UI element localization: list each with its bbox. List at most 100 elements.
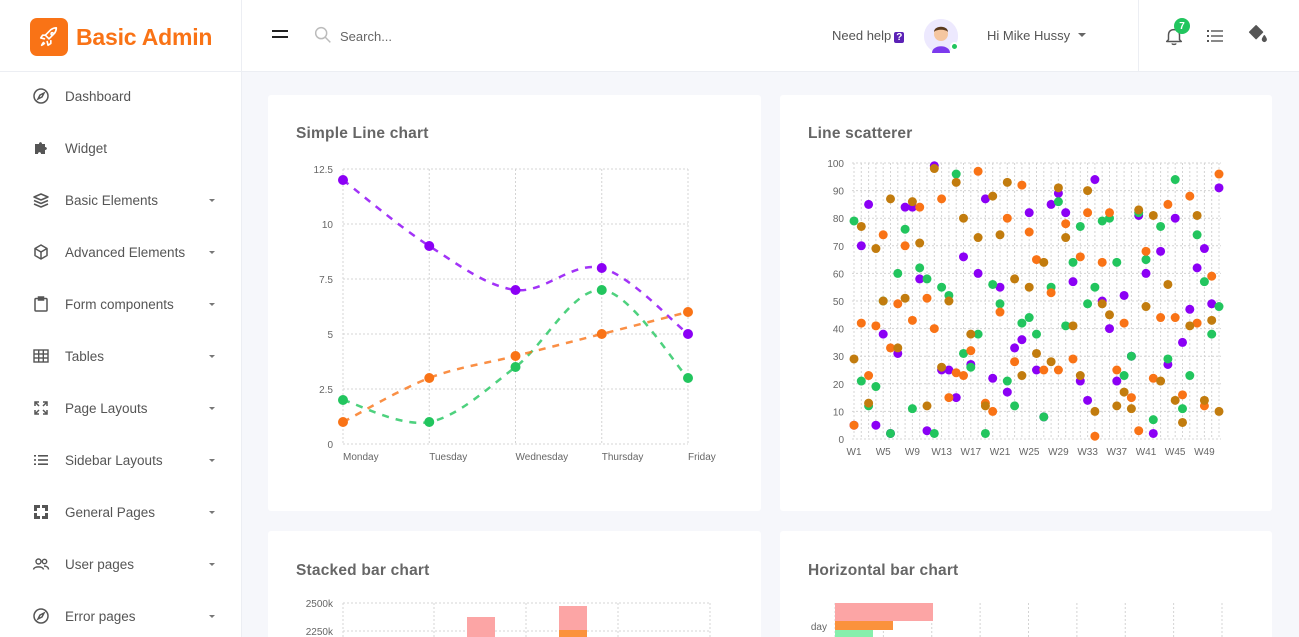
data-point [1119, 371, 1129, 381]
stacked-bar-chart: 2500k 2250k [306, 599, 711, 637]
data-point [871, 382, 881, 392]
brand[interactable]: Basic Admin [0, 0, 242, 72]
sidebar-item-error-pages[interactable]: Error pages [0, 596, 242, 636]
data-point [915, 263, 925, 273]
data-point [864, 371, 874, 381]
data-point [988, 373, 998, 383]
y-tick-label: 0 [327, 440, 333, 451]
data-point [1134, 205, 1144, 215]
data-point [1163, 199, 1173, 209]
data-point [1214, 183, 1224, 193]
data-point [1126, 404, 1136, 414]
horizontal-bar-card: Horizontal bar chart day [780, 531, 1272, 637]
user-greeting[interactable]: Hi Mike Hussy [987, 28, 1070, 43]
paint-bucket-icon[interactable] [1246, 23, 1268, 45]
data-point [683, 373, 693, 383]
y-tick-label: 2500k [306, 599, 334, 610]
x-tick-label: W9 [905, 447, 920, 458]
avatar[interactable] [924, 19, 959, 53]
x-tick-label: W25 [1019, 447, 1040, 458]
horizontal-bar-chart: day [811, 603, 1223, 637]
data-point [871, 321, 881, 331]
data-point [944, 393, 954, 403]
data-point [1090, 175, 1100, 185]
menu-toggle-icon[interactable] [272, 30, 288, 42]
data-point [510, 362, 521, 372]
data-point [922, 401, 932, 411]
sidebar-item-user-pages[interactable]: User pages [0, 544, 242, 584]
data-point [1105, 310, 1114, 320]
sidebar-item-label: Sidebar Layouts [65, 452, 163, 468]
chevron-down-icon [209, 614, 215, 618]
y-tick-label: 90 [833, 187, 845, 198]
data-point [849, 420, 859, 430]
sidebar-item-page-layouts[interactable]: Page Layouts [0, 388, 242, 428]
sidebar-item-form-components[interactable]: Form components [0, 284, 242, 324]
data-point [1199, 244, 1209, 254]
chevron-down-icon [209, 406, 215, 410]
data-point [893, 299, 903, 309]
data-point [878, 329, 888, 339]
data-point [915, 238, 925, 248]
chevron-down-icon [209, 354, 215, 358]
sidebar-item-tables[interactable]: Tables [0, 336, 242, 376]
y-tick-label: 0 [838, 435, 844, 446]
bar-segment [835, 630, 873, 637]
data-point [1214, 169, 1224, 179]
data-point [1185, 371, 1195, 381]
data-point [878, 230, 888, 240]
data-point [871, 420, 881, 430]
x-tick-label: W41 [1136, 447, 1157, 458]
data-point [1112, 376, 1122, 386]
expand-icon [34, 401, 48, 415]
data-point [1207, 315, 1217, 325]
sidebar-item-label: General Pages [65, 504, 156, 520]
sidebar-item-basic-elements[interactable]: Basic Elements [0, 180, 242, 220]
x-tick-label: Friday [688, 452, 716, 463]
data-point [1192, 230, 1202, 240]
data-point [424, 373, 435, 383]
data-point [1075, 371, 1085, 381]
bar-segment [559, 630, 587, 637]
data-point [1192, 210, 1202, 220]
data-point [1017, 371, 1027, 381]
sidebar: Dashboard Widget Basic Elements Advanced… [0, 72, 242, 637]
x-tick-label: W37 [1107, 447, 1128, 458]
brand-name: Basic Admin [76, 24, 213, 50]
chevron-down-icon [209, 458, 215, 462]
data-point [856, 318, 866, 328]
search-input[interactable] [340, 22, 540, 50]
sidebar-item-widget[interactable]: Widget [0, 128, 242, 168]
data-point [1075, 252, 1085, 262]
y-tick-label: 12.5 [314, 165, 334, 176]
help-label: Need help [832, 28, 892, 43]
y-tick-label: 20 [833, 380, 845, 391]
sidebar-item-advanced-elements[interactable]: Advanced Elements [0, 232, 242, 272]
y-tick-label: 40 [833, 325, 845, 336]
list-icon[interactable] [1205, 26, 1225, 46]
sidebar-item-sidebar-layouts[interactable]: Sidebar Layouts [0, 440, 242, 480]
data-point [966, 362, 976, 372]
y-tick-label: 7.5 [319, 275, 333, 286]
data-point [871, 244, 881, 254]
data-point [1032, 348, 1041, 358]
compass-icon [33, 608, 49, 624]
data-point [1083, 395, 1093, 405]
line-chart: 0 2.5 5 7.5 10 12.5 Monday Tuesday Wednesday Thur… [314, 165, 716, 463]
data-point [1112, 365, 1122, 375]
data-point [988, 406, 998, 416]
y-tick-label: 100 [827, 159, 844, 170]
data-point [995, 230, 1005, 240]
help-link[interactable]: Need help? [832, 28, 905, 43]
data-point [959, 371, 968, 381]
sidebar-item-general-pages[interactable]: General Pages [0, 492, 242, 532]
frame-icon [34, 505, 48, 519]
data-point [596, 263, 607, 273]
sidebar-item-dashboard[interactable]: Dashboard [0, 76, 242, 116]
chevron-down-icon [209, 562, 215, 566]
data-point [1178, 390, 1187, 400]
chevron-down-icon[interactable] [1078, 33, 1086, 37]
rocket-icon [30, 18, 68, 56]
data-point [1214, 406, 1224, 416]
data-point [510, 351, 521, 361]
